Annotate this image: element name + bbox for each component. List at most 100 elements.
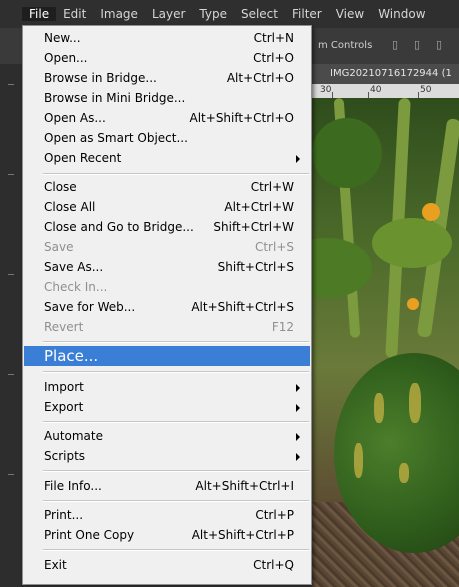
menu-item-check-in[interactable]: Check In...	[24, 277, 310, 297]
align-right-icon[interactable]: ▯	[436, 38, 450, 52]
menu-separator	[43, 422, 309, 423]
menu-item-open-recent[interactable]: Open Recent	[24, 148, 310, 168]
menu-layer[interactable]: Layer	[145, 7, 192, 21]
align-left-icon[interactable]: ▯	[392, 38, 406, 52]
menu-item-shortcut: Ctrl+P	[255, 508, 294, 522]
menu-item-revert[interactable]: Revert F12	[24, 317, 310, 337]
menu-item-open-as-smart-object[interactable]: Open as Smart Object...	[24, 128, 310, 148]
menu-item-label: Scripts	[44, 449, 86, 463]
leaf	[312, 118, 382, 188]
menu-item-place[interactable]: Place...	[24, 346, 310, 366]
menu-item-label: Open As...	[44, 111, 106, 125]
tool-tick	[8, 474, 14, 475]
menu-item-print-one-copy[interactable]: Print One Copy Alt+Shift+Ctrl+P	[24, 525, 310, 545]
ruler-label: 40	[370, 85, 382, 95]
menu-item-browse-in-bridge[interactable]: Browse in Bridge... Alt+Ctrl+O	[24, 68, 310, 88]
submenu-arrow-icon	[296, 433, 300, 441]
menu-item-save[interactable]: Save Ctrl+S	[24, 237, 310, 257]
submenu-arrow-icon	[296, 404, 300, 412]
menu-item-print[interactable]: Print... Ctrl+P	[24, 505, 310, 525]
menu-separator	[43, 342, 309, 343]
submenu-arrow-icon	[296, 155, 300, 163]
leaf	[372, 218, 452, 268]
menu-separator	[43, 550, 309, 551]
menu-view[interactable]: View	[329, 7, 371, 21]
menu-item-close-and-go-to-bridge[interactable]: Close and Go to Bridge... Shift+Ctrl+W	[24, 217, 310, 237]
menu-item-shortcut: F12	[271, 320, 294, 334]
menu-item-shortcut: Alt+Ctrl+O	[226, 71, 294, 85]
tools-panel	[0, 64, 23, 587]
menu-item-label: Open...	[44, 51, 88, 65]
canvas-image[interactable]	[312, 98, 459, 587]
menu-item-shortcut: Alt+Shift+Ctrl+S	[191, 300, 294, 314]
menu-window[interactable]: Window	[371, 7, 432, 21]
menu-item-label: Revert	[44, 320, 84, 334]
menu-item-label: Open Recent	[44, 151, 122, 165]
menu-item-shortcut: Ctrl+S	[254, 240, 294, 254]
menu-item-label: Automate	[44, 429, 103, 443]
menu-select[interactable]: Select	[234, 7, 285, 21]
menu-item-label: Save As...	[44, 260, 104, 274]
menu-separator	[43, 372, 309, 373]
tool-tick	[8, 274, 14, 275]
tool-tick	[8, 84, 14, 85]
menu-item-shortcut: Alt+Shift+Ctrl+P	[191, 528, 294, 542]
menu-item-browse-in-mini-bridge[interactable]: Browse in Mini Bridge...	[24, 88, 310, 108]
align-center-icon[interactable]: ▯	[414, 38, 428, 52]
menu-item-label: Export	[44, 400, 84, 414]
menu-edit[interactable]: Edit	[56, 7, 93, 21]
menu-separator	[43, 501, 309, 502]
menu-item-shortcut: Ctrl+O	[253, 51, 294, 65]
menu-item-shortcut: Alt+Ctrl+W	[224, 200, 294, 214]
app-logo-icon	[0, 0, 22, 28]
menu-item-scripts[interactable]: Scripts	[24, 446, 310, 466]
menu-item-open[interactable]: Open... Ctrl+O	[24, 48, 310, 68]
ruler-label: 30	[320, 85, 332, 95]
menu-item-label: Save for Web...	[44, 300, 136, 314]
flower	[407, 298, 419, 310]
leaf	[312, 238, 372, 298]
menu-item-save-for-web[interactable]: Save for Web... Alt+Shift+Ctrl+S	[24, 297, 310, 317]
horizontal-ruler: 30 40 50	[312, 84, 459, 99]
menu-item-exit[interactable]: Exit Ctrl+Q	[24, 555, 310, 575]
menu-bar: File Edit Image Layer Type Select Filter…	[0, 0, 459, 28]
menu-item-label: Browse in Bridge...	[44, 71, 157, 85]
menu-item-automate[interactable]: Automate	[24, 426, 310, 446]
menu-item-new[interactable]: New... Ctrl+N	[24, 28, 310, 48]
menu-separator	[43, 471, 309, 472]
menu-item-label: Place...	[44, 347, 99, 365]
menu-item-shortcut: Ctrl+Q	[253, 558, 294, 572]
menu-item-label: Print One Copy	[44, 528, 135, 542]
menu-image[interactable]: Image	[93, 7, 145, 21]
menu-item-label: File Info...	[44, 479, 102, 493]
menu-item-shortcut: Ctrl+N	[253, 31, 294, 45]
pumpkin-stripe	[409, 383, 421, 423]
menu-item-label: Print...	[44, 508, 84, 522]
pumpkin-stripe	[399, 463, 409, 483]
menu-item-file-info[interactable]: File Info... Alt+Shift+Ctrl+I	[24, 476, 310, 496]
menu-item-label: Open as Smart Object...	[44, 131, 188, 145]
pumpkin-stripe	[374, 393, 384, 423]
submenu-arrow-icon	[296, 453, 300, 461]
menu-item-label: Close	[44, 180, 77, 194]
menu-item-close-all[interactable]: Close All Alt+Ctrl+W	[24, 197, 310, 217]
menu-item-shortcut: Alt+Shift+Ctrl+I	[195, 479, 294, 493]
menu-type[interactable]: Type	[192, 7, 234, 21]
transform-controls-label[interactable]: m Controls	[318, 40, 372, 51]
menu-item-label: New...	[44, 31, 81, 45]
menu-item-save-as[interactable]: Save As... Shift+Ctrl+S	[24, 257, 310, 277]
menu-item-shortcut: Alt+Shift+Ctrl+O	[189, 111, 294, 125]
menu-item-close[interactable]: Close Ctrl+W	[24, 177, 310, 197]
menu-item-shortcut: Ctrl+W	[250, 180, 294, 194]
document-tab[interactable]: IMG20210716172944 (1	[312, 64, 459, 84]
menu-file[interactable]: File	[22, 7, 57, 21]
menu-filter[interactable]: Filter	[285, 7, 329, 21]
menu-item-shortcut: Shift+Ctrl+W	[213, 220, 294, 234]
menu-item-label: Save	[44, 240, 74, 254]
menu-item-open-as[interactable]: Open As... Alt+Shift+Ctrl+O	[24, 108, 310, 128]
menu-item-label: Import	[44, 380, 84, 394]
flower	[422, 203, 440, 221]
menu-item-export[interactable]: Export	[24, 397, 310, 417]
menu-item-import[interactable]: Import	[24, 377, 310, 397]
tool-tick	[8, 374, 14, 375]
